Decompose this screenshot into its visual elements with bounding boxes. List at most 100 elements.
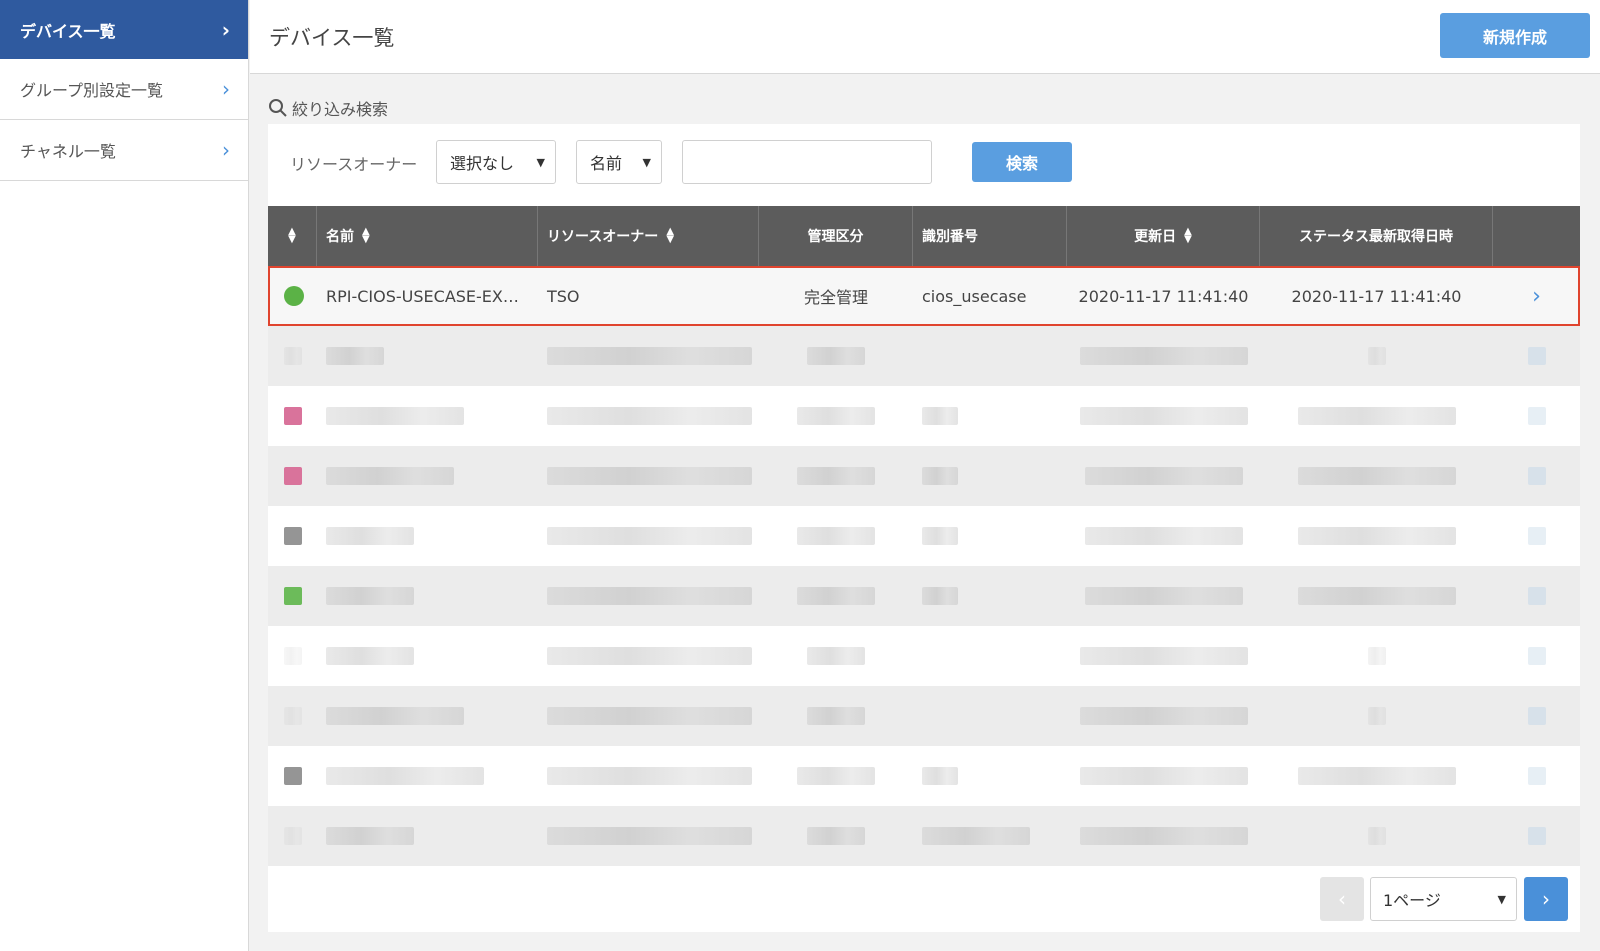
device-name [317, 386, 538, 446]
device-name [317, 566, 538, 626]
status-cell [268, 626, 317, 686]
filter-title: 絞り込み検索 [292, 100, 389, 119]
table-row[interactable] [268, 686, 1580, 746]
previous-page-button[interactable]: ‹ [1320, 877, 1364, 921]
resource-owner [538, 506, 759, 566]
blurred-content [1527, 407, 1546, 425]
sidebar-item-label: デバイス一覧 [20, 21, 116, 41]
status-online-icon [283, 286, 304, 306]
field-select[interactable]: 名前 ▼ [576, 140, 662, 184]
chevron-right-icon: › [1532, 283, 1541, 309]
search-input[interactable] [682, 140, 932, 184]
device-name [317, 746, 538, 806]
management-type [759, 326, 913, 386]
sidebar-item-device-list[interactable]: デバイス一覧 › [0, 0, 248, 59]
device-name [317, 326, 538, 386]
management-type [759, 686, 913, 746]
table-row[interactable] [268, 386, 1580, 446]
status-cell [268, 746, 317, 806]
identifier [913, 566, 1067, 626]
row-detail-link[interactable] [1493, 686, 1580, 746]
identifier [913, 806, 1067, 866]
sort-icon: ▲ ▼ [362, 226, 370, 245]
column-header-updated[interactable]: 更新日 ▲ ▼ [1067, 206, 1260, 266]
table-row[interactable] [268, 506, 1580, 566]
row-detail-link[interactable] [1493, 446, 1580, 506]
pagination: ‹ 1ページ ▼ › [268, 866, 1580, 932]
table-row[interactable] [268, 326, 1580, 386]
resource-owner [538, 626, 759, 686]
updated-date [1067, 686, 1260, 746]
blurred-content [326, 347, 384, 365]
blurred-content [797, 767, 875, 785]
blurred-content [547, 647, 752, 665]
next-page-button[interactable]: › [1524, 877, 1568, 921]
table-row[interactable] [268, 806, 1580, 866]
resource-owner [538, 326, 759, 386]
management-type [759, 446, 913, 506]
row-detail-link[interactable]: › [1493, 266, 1580, 326]
status-time [1260, 806, 1493, 866]
table-row[interactable] [268, 446, 1580, 506]
blurred-content [1367, 707, 1386, 725]
updated-date: 2020-11-17 11:41:40 [1078, 286, 1249, 306]
owner-select-value: 選択なし [450, 154, 515, 173]
sidebar-item-group-settings[interactable]: グループ別設定一覧 › [0, 59, 248, 120]
field-select-value: 名前 [590, 154, 623, 173]
new-create-button[interactable]: 新規作成 [1440, 13, 1590, 58]
page-select[interactable]: 1ページ ▼ [1370, 877, 1517, 921]
status-time [1260, 746, 1493, 806]
status-cell [268, 686, 317, 746]
updated-date [1067, 806, 1260, 866]
column-header-name[interactable]: 名前 ▲ ▼ [317, 206, 538, 266]
blurred-content [807, 347, 865, 365]
blurred-content [797, 407, 875, 425]
identifier: cios_usecase [922, 286, 1027, 306]
status-indicator [283, 527, 302, 545]
blurred-content [1367, 827, 1386, 845]
column-header-owner[interactable]: リソースオーナー ▲ ▼ [538, 206, 759, 266]
row-detail-link[interactable] [1493, 326, 1580, 386]
row-detail-link[interactable] [1493, 626, 1580, 686]
management-type [759, 566, 913, 626]
blurred-content [547, 767, 752, 785]
sidebar: デバイス一覧 › グループ別設定一覧 › チャネル一覧 › [0, 0, 249, 951]
blurred-content [1527, 587, 1546, 605]
status-time [1260, 686, 1493, 746]
search-button[interactable]: 検索 [972, 142, 1072, 182]
table-row[interactable] [268, 626, 1580, 686]
blurred-content [807, 647, 865, 665]
blurred-content [1079, 347, 1248, 365]
row-detail-link[interactable] [1493, 566, 1580, 626]
column-header-label: リソースオーナー [547, 229, 659, 245]
table-row[interactable]: RPI-CIOS-USECASE-EX… TSO 完全管理 cios_useca… [268, 266, 1580, 326]
page-header: デバイス一覧 新規作成 [250, 0, 1600, 74]
blurred-content [922, 527, 958, 545]
row-detail-link[interactable] [1493, 506, 1580, 566]
management-type [759, 806, 913, 866]
blurred-content [547, 587, 752, 605]
table-row[interactable] [268, 746, 1580, 806]
blurred-content [1527, 767, 1546, 785]
sidebar-item-channel-list[interactable]: チャネル一覧 › [0, 120, 248, 181]
row-detail-link[interactable] [1493, 386, 1580, 446]
blurred-content [1297, 527, 1456, 545]
row-detail-link[interactable] [1493, 746, 1580, 806]
page-select-value: 1ページ [1383, 891, 1441, 910]
device-name [317, 686, 538, 746]
column-header-status-time: ステータス最新取得日時 [1260, 206, 1493, 266]
column-header-label: 識別番号 [922, 229, 978, 245]
column-header-label: 更新日 [1134, 229, 1177, 245]
blurred-content [326, 707, 464, 725]
row-detail-link[interactable] [1493, 806, 1580, 866]
updated-date [1067, 746, 1260, 806]
column-header-status[interactable]: ▲ ▼ [268, 206, 317, 266]
identifier [913, 506, 1067, 566]
status-indicator [283, 587, 302, 605]
blurred-content [797, 527, 875, 545]
status-cell [268, 506, 317, 566]
owner-select[interactable]: 選択なし ▼ [436, 140, 556, 184]
blurred-content [1084, 527, 1243, 545]
page-title: デバイス一覧 [269, 26, 395, 50]
table-row[interactable] [268, 566, 1580, 626]
